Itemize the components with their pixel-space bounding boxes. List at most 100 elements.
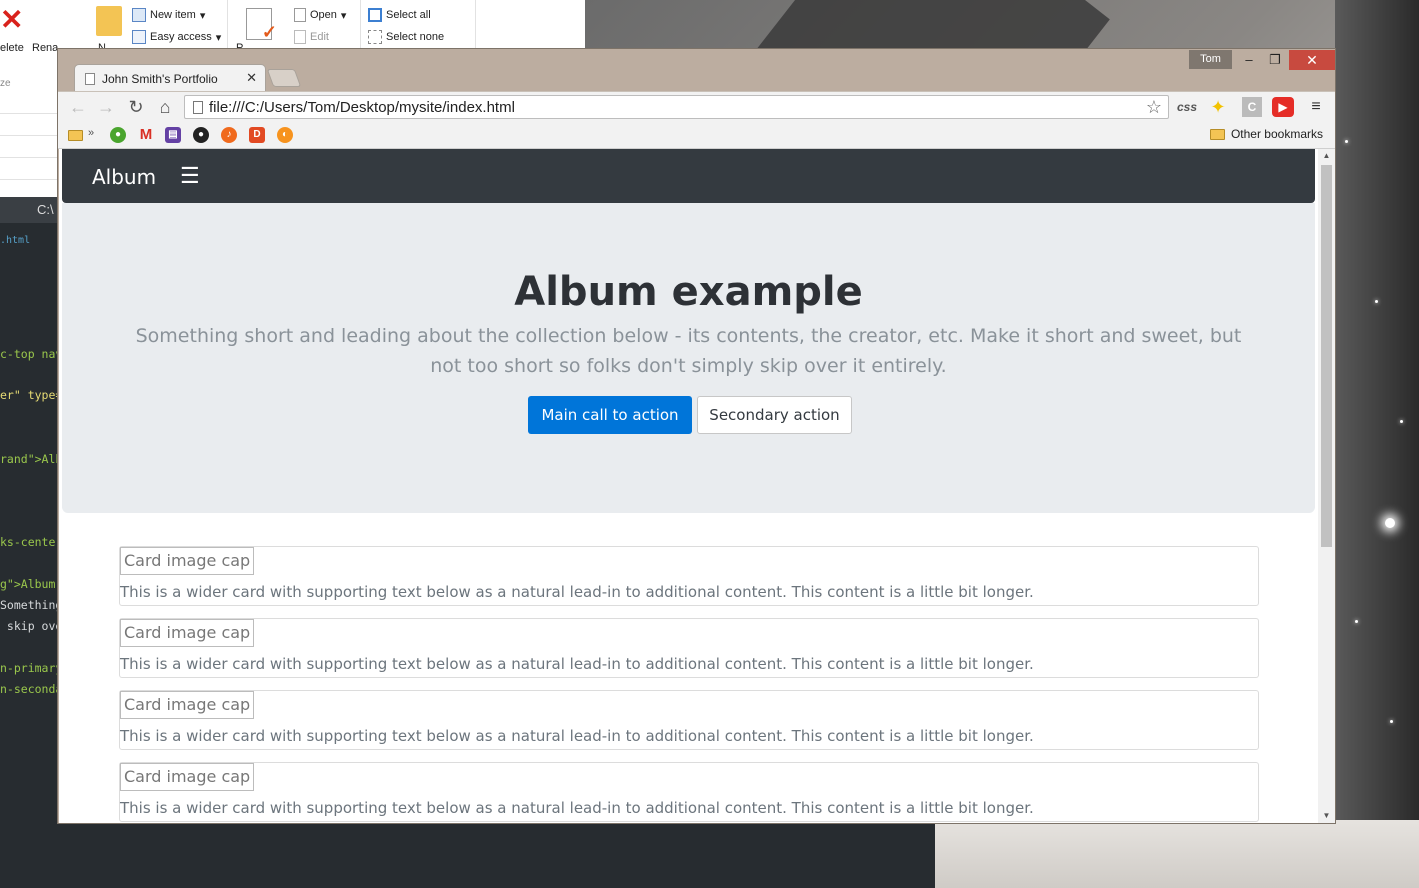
delete-icon[interactable]: ✕ bbox=[0, 6, 23, 34]
other-bookmarks[interactable]: Other bookmarks bbox=[1209, 127, 1323, 141]
wallpaper-shadow bbox=[1335, 0, 1419, 888]
scroll-down-icon[interactable]: ▼ bbox=[1318, 809, 1335, 823]
maximize-icon[interactable]: ❐ bbox=[1261, 50, 1289, 70]
easy-access-icon bbox=[132, 30, 146, 44]
edit-icon bbox=[294, 30, 306, 44]
scroll-up-icon[interactable]: ▲ bbox=[1318, 149, 1335, 163]
crunchyroll-bookmark-icon[interactable]: ◐ bbox=[277, 127, 293, 143]
code-line: c-top nav bbox=[0, 347, 63, 361]
browser-window: Tom – ❐ ✕ John Smith's Portfolio ✕ ← → ↻… bbox=[57, 48, 1336, 824]
wallpaper-star bbox=[1400, 420, 1403, 423]
code-line: Something bbox=[0, 598, 63, 612]
apps-folder-icon[interactable] bbox=[68, 128, 83, 146]
spark-extension-icon[interactable]: ✦ bbox=[1208, 97, 1228, 117]
c-extension-icon[interactable]: C bbox=[1242, 97, 1262, 117]
code-line: skip ove bbox=[0, 619, 63, 633]
code-line: n-primary bbox=[0, 661, 63, 675]
address-bar[interactable]: file:///C:/Users/Tom/Desktop/mysite/inde… bbox=[184, 95, 1169, 119]
code-line: rand">Alb bbox=[0, 452, 63, 466]
card-list: Card image cap This is a wider card with… bbox=[119, 546, 1259, 823]
home-icon[interactable]: ⌂ bbox=[153, 95, 177, 119]
new-tab-button[interactable] bbox=[266, 69, 302, 87]
forward-icon[interactable]: → bbox=[94, 95, 118, 119]
scrollbar-thumb[interactable] bbox=[1321, 165, 1332, 547]
wallpaper-star bbox=[1385, 518, 1395, 528]
card: Card image cap This is a wider card with… bbox=[119, 690, 1259, 750]
edit-button[interactable]: Edit bbox=[294, 30, 329, 44]
easy-access-button[interactable]: Easy access ▾ bbox=[132, 30, 221, 44]
music-bookmark-icon[interactable]: ♪ bbox=[221, 127, 237, 143]
open-label: Open bbox=[310, 9, 337, 21]
card-text: This is a wider card with supporting tex… bbox=[120, 655, 1034, 673]
wallpaper-star bbox=[1345, 140, 1348, 143]
card: Card image cap This is a wider card with… bbox=[119, 618, 1259, 678]
main-call-to-action-button[interactable]: Main call to action bbox=[528, 396, 692, 434]
card: Card image cap This is a wider card with… bbox=[119, 762, 1259, 822]
site-navbar: Album ☰ bbox=[62, 149, 1315, 203]
folder-icon bbox=[1209, 128, 1225, 140]
secondary-action-button[interactable]: Secondary action bbox=[697, 396, 852, 434]
card-image-placeholder: Card image cap bbox=[120, 763, 255, 791]
frog-bookmark-icon[interactable]: ● bbox=[110, 127, 126, 143]
delete-label[interactable]: elete bbox=[0, 42, 24, 54]
chevron-down-icon: ▾ bbox=[340, 9, 347, 22]
chevron-right-icon[interactable]: » bbox=[88, 127, 94, 139]
code-line: n-seconda bbox=[0, 682, 63, 696]
minimize-icon[interactable]: – bbox=[1235, 50, 1263, 70]
tab-close-icon[interactable]: ✕ bbox=[246, 70, 257, 86]
chevron-down-icon: ▾ bbox=[199, 9, 206, 22]
url-text[interactable]: file:///C:/Users/Tom/Desktop/mysite/inde… bbox=[209, 99, 515, 116]
twitch-bookmark-icon[interactable]: ▤ bbox=[165, 127, 181, 143]
vertical-scrollbar[interactable]: ▲ ▼ bbox=[1318, 149, 1335, 823]
chevron-down-icon: ▾ bbox=[215, 31, 222, 44]
page-icon bbox=[85, 72, 95, 85]
menu-icon[interactable]: ≡ bbox=[1306, 97, 1326, 117]
select-none-button[interactable]: Select none bbox=[368, 30, 444, 44]
new-item-button[interactable]: New item ▾ bbox=[132, 8, 205, 22]
code-line: g">Album bbox=[0, 577, 56, 591]
select-all-icon bbox=[368, 8, 382, 22]
youtube-extension-icon[interactable]: ▶ bbox=[1272, 97, 1294, 117]
page-title: Album example bbox=[514, 269, 863, 315]
new-folder-icon[interactable] bbox=[96, 6, 122, 36]
profile-badge[interactable]: Tom bbox=[1189, 50, 1232, 69]
page-icon bbox=[193, 101, 203, 114]
title-bar[interactable]: Tom – ❐ ✕ John Smith's Portfolio ✕ bbox=[58, 49, 1335, 92]
reload-icon[interactable]: ↻ bbox=[124, 95, 148, 119]
card-text: This is a wider card with supporting tex… bbox=[120, 727, 1034, 745]
tab-title: John Smith's Portfolio bbox=[102, 71, 218, 86]
card-image-placeholder: Card image cap bbox=[120, 619, 255, 647]
page-viewport: Album ☰ Album example Something short an… bbox=[59, 149, 1335, 823]
lead-text: Something short and leading about the co… bbox=[135, 325, 1242, 377]
back-icon[interactable]: ← bbox=[66, 95, 90, 119]
jumbotron: Album example Something short and leadin… bbox=[62, 203, 1315, 513]
github-bookmark-icon[interactable]: ● bbox=[193, 127, 209, 143]
tab-portfolio[interactable]: John Smith's Portfolio ✕ bbox=[74, 64, 266, 92]
bookmarks-bar: » ● M ▤ ● ♪ D ◐ Other bookmarks bbox=[58, 121, 1335, 149]
card-text: This is a wider card with supporting tex… bbox=[120, 799, 1034, 817]
browser-toolbar: ← → ↻ ⌂ file:///C:/Users/Tom/Desktop/mys… bbox=[58, 91, 1335, 121]
select-none-icon bbox=[368, 30, 382, 44]
close-icon[interactable]: ✕ bbox=[1289, 50, 1335, 70]
select-none-label: Select none bbox=[386, 31, 445, 43]
wallpaper-star bbox=[1390, 720, 1393, 723]
ribbon-group-label: ze bbox=[0, 78, 11, 89]
navbar-brand[interactable]: Album bbox=[92, 149, 156, 205]
d-bookmark-icon[interactable]: D bbox=[249, 127, 265, 143]
bookmark-star-icon[interactable]: ☆ bbox=[1146, 96, 1162, 118]
new-item-label: New item bbox=[150, 9, 196, 21]
card-text: This is a wider card with supporting tex… bbox=[120, 583, 1034, 601]
wallpaper-star bbox=[1375, 300, 1378, 303]
easy-access-label: Easy access bbox=[150, 31, 212, 43]
wallpaper-floor bbox=[935, 820, 1419, 888]
open-button[interactable]: Open ▾ bbox=[294, 8, 346, 22]
open-icon bbox=[294, 8, 306, 22]
hamburger-icon[interactable]: ☰ bbox=[180, 164, 200, 188]
code-line: ks-center bbox=[0, 535, 63, 549]
gmail-bookmark-icon[interactable]: M bbox=[138, 127, 154, 143]
card-image-placeholder: Card image cap bbox=[120, 691, 255, 719]
other-bookmarks-label: Other bookmarks bbox=[1230, 127, 1323, 141]
css-extension-icon[interactable]: css bbox=[1177, 97, 1197, 117]
rename-label[interactable]: Rena bbox=[32, 42, 58, 54]
select-all-button[interactable]: Select all bbox=[368, 8, 431, 22]
